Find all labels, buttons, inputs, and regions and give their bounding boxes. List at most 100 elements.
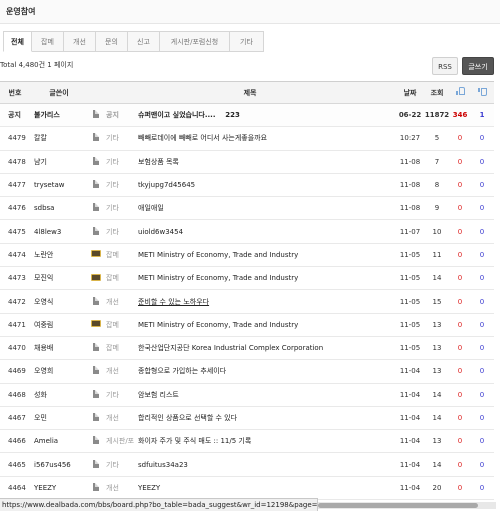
post-author[interactable]: 칼칼 xyxy=(30,126,88,151)
post-title[interactable]: METI Ministry of Economy, Trade and Indu… xyxy=(138,321,298,329)
post-category[interactable]: 잡메 xyxy=(104,313,134,337)
post-author[interactable]: 노란안 xyxy=(30,243,88,268)
table-row[interactable]: 4468 성화 기타 암보험 리스트 11-04 14 0 0 xyxy=(0,383,495,407)
post-category[interactable]: 잡메 xyxy=(104,336,134,361)
post-author[interactable]: 오영식 xyxy=(30,289,88,314)
scrollbar-thumb[interactable] xyxy=(318,503,478,508)
table-row[interactable]: 4476 sdbsa 기타 애일애일 11-08 9 0 0 xyxy=(0,196,495,221)
image-attachment-icon xyxy=(91,320,101,328)
post-category[interactable]: 개선 xyxy=(104,359,134,384)
post-views: 11872 xyxy=(424,103,451,128)
post-title[interactable]: 보험상품 목록 xyxy=(138,158,179,166)
post-title[interactable]: 화이자 주가 및 주식 매도 :: 11/5 기록 xyxy=(138,437,251,445)
post-date: 11-04 xyxy=(396,359,425,384)
table-row[interactable]: 4469 오영희 개선 종합형으로 가입하는 추세이다 11-04 13 0 0 xyxy=(0,359,495,384)
post-title[interactable]: uiold6w3454 xyxy=(138,228,183,236)
post-category[interactable]: 기타 xyxy=(104,150,134,174)
table-row[interactable]: 4477 trysetaw 기타 tkyjupg7d45645 11-08 8 0 0 xyxy=(0,173,495,198)
post-category[interactable]: 기타 xyxy=(104,452,134,477)
tab-inquiry[interactable]: 문의 xyxy=(96,31,128,52)
post-author[interactable]: trysetaw xyxy=(30,173,88,198)
table-row[interactable]: 4472 오영식 개선 준비할 수 있는 노하우다 11-05 15 0 0 xyxy=(0,289,495,314)
post-category[interactable]: 개선 xyxy=(104,289,134,314)
post-author[interactable]: 4l8lew3 xyxy=(30,219,88,244)
table-row[interactable]: 4470 채용배 잡메 한국산업단지공단 Korea Industrial Compl… xyxy=(0,336,495,361)
post-views: 8 xyxy=(424,173,451,198)
post-number: 4465 xyxy=(0,452,30,477)
post-title[interactable]: METI Ministry of Economy, Trade and Indu… xyxy=(138,251,298,259)
post-author[interactable]: YEEZY xyxy=(30,476,88,501)
table-header: 번호 글쓴이 제목 날짜 조회 xyxy=(0,81,495,104)
document-icon xyxy=(93,343,99,352)
post-author[interactable]: 오민 xyxy=(30,406,88,431)
table-row[interactable]: 4466Amelia 게시판/포럼신청 화이자 주가 및 주식 매도 :: 11/5… xyxy=(0,429,495,454)
post-category[interactable]: 기타 xyxy=(104,196,134,221)
post-title[interactable]: tkyjupg7d45645 xyxy=(138,181,195,189)
table-row[interactable]: 4473 모진익 잡메 METI Ministry of Economy, Trade… xyxy=(0,266,495,291)
header-dislike[interactable] xyxy=(470,81,495,104)
post-category[interactable]: 잡메 xyxy=(104,243,134,268)
tab-misc-talk[interactable]: 잡메 xyxy=(32,31,64,52)
post-title[interactable]: 슈퍼맨이고 싶었습니다.... xyxy=(138,111,215,119)
post-title[interactable]: 빼빼로데이에 빼빼로 어디서 사는게좋을까요 xyxy=(138,134,267,142)
table-row[interactable]: 4465 i567us456 기타 sdfuitus34a23 11-04 14 0 0 xyxy=(0,452,495,477)
post-category[interactable]: 기타 xyxy=(104,383,134,407)
table-row[interactable]: 4471 여중림 잡메 METI Ministry of Economy, Trade… xyxy=(0,313,495,337)
post-category[interactable]: 기타 xyxy=(104,219,134,244)
tab-board-request[interactable]: 게시판/포럼신청 xyxy=(160,31,230,52)
post-title[interactable]: 한국산업단지공단 Korea Industrial Complex Corpor… xyxy=(138,344,323,352)
dislike-count: 0 xyxy=(470,383,495,407)
post-title[interactable]: METI Ministry of Economy, Trade and Indu… xyxy=(138,274,298,282)
header-like[interactable] xyxy=(450,81,471,104)
post-title[interactable]: 합리적인 상품으로 선택할 수 있다 xyxy=(138,414,237,422)
horizontal-scrollbar[interactable] xyxy=(318,502,496,509)
post-date: 11-05 xyxy=(396,266,425,291)
post-author[interactable]: 불가리스 xyxy=(30,103,88,128)
post-author[interactable]: 여중림 xyxy=(30,313,88,337)
post-category[interactable]: 개선 xyxy=(104,476,134,501)
rss-button[interactable]: RSS xyxy=(432,57,458,75)
post-author[interactable]: 모진익 xyxy=(30,266,88,291)
post-title[interactable]: 암보험 리스트 xyxy=(138,391,179,399)
post-category[interactable]: 잡메 xyxy=(104,266,134,291)
tab-all[interactable]: 전체 xyxy=(3,31,32,52)
post-author[interactable]: Amelia xyxy=(30,429,88,454)
table-row[interactable]: 4475 4l8lew3 기타 uiold6w3454 11-07 10 0 0 xyxy=(0,219,495,244)
post-author[interactable]: sdbsa xyxy=(30,196,88,221)
post-title[interactable]: 준비할 수 있는 노하우다 xyxy=(138,298,209,306)
table-row[interactable]: 4479 칼칼 기타 빼빼로데이에 빼빼로 어디서 사는게좋을까요 10:27 5 0 0 xyxy=(0,126,495,151)
post-category[interactable]: 기타 xyxy=(104,173,134,198)
post-category[interactable]: 개선 xyxy=(104,406,134,431)
write-button[interactable]: 글쓰기 xyxy=(462,57,494,75)
notice-row[interactable]: 공지 불가리스 공지 슈퍼맨이고 싶었습니다.... 223 06-22 11872 346… xyxy=(0,103,495,128)
tab-improvement[interactable]: 개선 xyxy=(64,31,96,52)
post-category[interactable]: 기타 xyxy=(104,126,134,151)
tab-other[interactable]: 기타 xyxy=(230,31,264,52)
post-views: 15 xyxy=(424,289,451,314)
post-author[interactable]: 오영희 xyxy=(30,359,88,384)
table-row[interactable]: 4478 냠기 기타 보험상품 목록 11-08 7 0 0 xyxy=(0,150,495,174)
header-date[interactable]: 날짜 xyxy=(396,81,425,104)
post-title[interactable]: YEEZY xyxy=(138,484,160,492)
post-title[interactable]: sdfuitus34a23 xyxy=(138,461,188,469)
post-title[interactable]: 애일애일 xyxy=(138,204,164,212)
post-number: 4467 xyxy=(0,406,30,431)
post-title[interactable]: 종합형으로 가입하는 추세이다 xyxy=(138,367,226,375)
post-number: 4470 xyxy=(0,336,30,361)
dislike-count: 0 xyxy=(470,359,495,384)
post-table: 번호 글쓴이 제목 날짜 조회 공지 불가리스 공지 슈퍼맨이고 싶었습니다.... … xyxy=(0,81,495,501)
post-author[interactable]: 채용배 xyxy=(30,336,88,361)
total-count: Total 4,480건 1 페이지 xyxy=(0,61,74,69)
post-date: 10:27 xyxy=(396,126,425,151)
post-category[interactable]: 공지 xyxy=(104,103,134,128)
status-bar-url: https://www.dealbada.com/bbs/board.php?b… xyxy=(0,498,318,511)
tab-report[interactable]: 신고 xyxy=(128,31,160,52)
table-row[interactable]: 4464 YEEZY 개선 YEEZY 11-04 20 0 0 xyxy=(0,476,495,501)
header-views[interactable]: 조회 xyxy=(424,81,451,104)
post-author[interactable]: 성화 xyxy=(30,383,88,407)
post-author[interactable]: i567us456 xyxy=(30,452,88,477)
post-author[interactable]: 냠기 xyxy=(30,150,88,174)
table-row[interactable]: 4467 오민 개선 합리적인 상품으로 선택할 수 있다 11-04 14 0 0 xyxy=(0,406,495,431)
post-category[interactable]: 게시판/포럼신청 xyxy=(104,429,134,454)
table-row[interactable]: 4474 노란안 잡메 METI Ministry of Economy, Trade… xyxy=(0,243,495,268)
